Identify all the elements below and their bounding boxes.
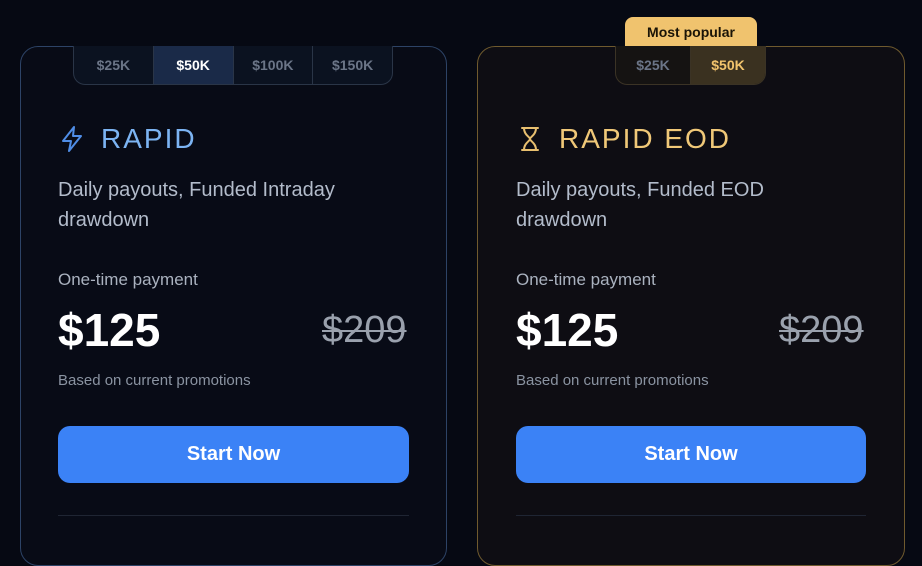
plan-description: Daily payouts, Funded EOD drawdown xyxy=(516,179,764,231)
tab-150k[interactable]: $150K xyxy=(313,46,392,84)
plan-description: Daily payouts, Funded Intraday drawdown xyxy=(58,179,335,231)
tab-25k[interactable]: $25K xyxy=(616,46,691,84)
lightning-icon xyxy=(58,125,86,153)
divider xyxy=(58,515,409,516)
tab-50k[interactable]: $50K xyxy=(691,46,765,84)
plan-title-row: RAPID xyxy=(58,121,197,157)
start-now-button[interactable]: Start Now xyxy=(516,426,866,483)
current-price: $125 xyxy=(516,304,619,356)
promo-note: Based on current promotions xyxy=(58,372,251,389)
tab-100k[interactable]: $100K xyxy=(234,46,314,84)
tab-50k[interactable]: $50K xyxy=(153,46,234,84)
account-size-tabs-eod: $25K $50K xyxy=(615,46,766,85)
original-price: $209 xyxy=(779,309,864,351)
hourglass-icon xyxy=(516,125,544,153)
original-price: $209 xyxy=(322,309,407,351)
plan-title-row: RAPID EOD xyxy=(516,121,731,157)
promo-note: Based on current promotions xyxy=(516,372,709,389)
account-size-tabs-rapid: $25K $50K $100K $150K xyxy=(73,46,393,85)
plan-title: RAPID xyxy=(101,123,197,154)
plan-title: RAPID EOD xyxy=(559,123,732,154)
tab-25k[interactable]: $25K xyxy=(74,46,154,84)
start-now-button[interactable]: Start Now xyxy=(58,426,409,483)
most-popular-badge: Most popular xyxy=(625,17,757,46)
payment-type-label: One-time payment xyxy=(58,270,198,289)
current-price: $125 xyxy=(58,304,161,356)
divider xyxy=(516,515,866,516)
payment-type-label: One-time payment xyxy=(516,270,656,289)
